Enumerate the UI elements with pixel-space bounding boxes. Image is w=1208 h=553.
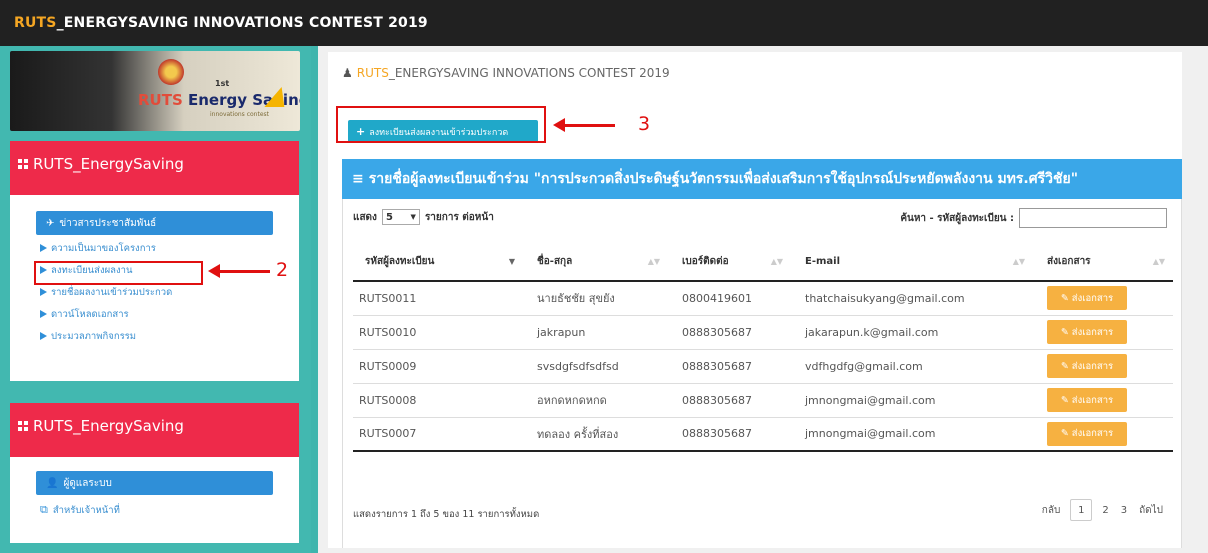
search-control: ค้นหา - รหัสผู้ลงทะเบียน : — [900, 208, 1167, 228]
sidebar-item-admin[interactable]: 👤 ผู้ดูแลระบบ — [36, 471, 273, 495]
column-header-id[interactable]: รหัสผู้ลงทะเบียน ▼ — [353, 243, 523, 282]
cell-name: อหกดหกดหกด — [523, 383, 668, 418]
pagination: กลับ 1 2 3 ถัดไป — [1036, 499, 1169, 521]
cell-name: ทดลอง ครั้งที่สอง — [523, 417, 668, 452]
cell-id: RUTS0011 — [353, 281, 523, 316]
sidebar-item-news[interactable]: ✈ ข่าวสารประชาสัมพันธ์ — [36, 211, 273, 235]
pagination-prev[interactable]: กลับ — [1042, 503, 1061, 518]
sidebar-item-history[interactable]: ความเป็นมาของโครงการ — [40, 237, 299, 259]
sort-icon: ▲▼ — [1012, 257, 1025, 266]
callout-arrow-3 — [553, 118, 615, 132]
cell-name: svsdgfsdfsdfsd — [523, 349, 668, 384]
column-header-email[interactable]: E-mail ▲▼ — [791, 243, 1033, 282]
cell-id: RUTS0008 — [353, 383, 523, 418]
logo-edition: 1st — [215, 79, 230, 88]
cell-phone: 0888305687 — [668, 417, 791, 452]
table-row: RUTS0007 ทดลอง ครั้งที่สอง 0888305687 jm… — [353, 417, 1173, 452]
table-row: RUTS0008 อหกดหกดหกด 0888305687 jmnongmai… — [353, 383, 1173, 418]
send-document-button[interactable]: ✎ ส่งเอกสาร — [1047, 421, 1127, 446]
table-info: แสดงรายการ 1 ถึง 5 ของ 11 รายการทั้งหมด — [353, 509, 540, 520]
panel-title: RUTS_EnergySaving — [10, 141, 299, 187]
sort-icon: ▼ — [508, 257, 515, 266]
cell-email: jakarapun.k@gmail.com — [791, 315, 1033, 350]
play-icon — [40, 244, 47, 252]
pagination-next[interactable]: ถัดไป — [1139, 503, 1163, 518]
table-row: RUTS0010 jakrapun 0888305687 jakarapun.k… — [353, 315, 1173, 350]
sort-icon: ▲▼ — [770, 257, 783, 266]
cell-email: vdfhgdfg@gmail.com — [791, 349, 1033, 384]
page-title: ♟ RUTS_ENERGYSAVING INNOVATIONS CONTEST 2… — [342, 66, 670, 80]
pagination-page-1[interactable]: 1 — [1070, 499, 1093, 521]
cell-email: jmnongmai@gmail.com — [791, 383, 1033, 418]
send-document-button[interactable]: ✎ ส่งเอกสาร — [1047, 388, 1127, 412]
chevron-down-icon: ▼ — [410, 213, 416, 221]
callout-arrow-2 — [208, 264, 270, 278]
cell-id: RUTS0009 — [353, 349, 523, 384]
panel-strip — [10, 449, 299, 457]
play-icon — [40, 288, 47, 296]
cell-id: RUTS0010 — [353, 315, 523, 350]
cell-id: RUTS0007 — [353, 417, 523, 452]
grid-icon — [18, 159, 28, 169]
panel-strip — [10, 187, 299, 195]
cell-phone: 0888305687 — [668, 383, 791, 418]
menu-panel-admin: RUTS_EnergySaving 👤 ผู้ดูแลระบบ ⧉ สำหรับ… — [10, 403, 299, 543]
page-size-select[interactable]: 5 ▼ — [381, 209, 420, 225]
column-header-name[interactable]: ชื่อ-สกุล ▲▼ — [523, 243, 668, 282]
pagination-page-3[interactable]: 3 — [1121, 505, 1127, 516]
sidebar-item-staff[interactable]: ⧉ สำหรับเจ้าหน้าที่ — [40, 499, 299, 521]
sidebar-item-downloads[interactable]: ดาวน์โหลดเอกสาร — [40, 303, 299, 325]
play-icon — [40, 332, 47, 340]
edit-icon: ✎ — [1060, 292, 1069, 304]
column-header-documents[interactable]: ส่งเอกสาร ▲▼ — [1033, 243, 1173, 282]
grid-icon — [18, 421, 28, 431]
cell-email: jmnongmai@gmail.com — [791, 417, 1033, 452]
sidebar-item-gallery[interactable]: ประมวลภาพกิจกรรม — [40, 325, 299, 347]
contest-logo: 1st RUTS Energy Saving innovations conte… — [10, 51, 300, 131]
edit-icon: ✎ — [1060, 326, 1069, 338]
cell-name: jakrapun — [523, 315, 668, 350]
university-emblem-icon — [158, 59, 184, 85]
sidebar: 1st RUTS Energy Saving innovations conte… — [0, 46, 311, 553]
sort-icon: ▲▼ — [647, 257, 660, 266]
search-input[interactable] — [1019, 208, 1167, 228]
app-title: RUTS_ENERGYSAVING INNOVATIONS CONTEST 20… — [14, 15, 428, 31]
top-bar: RUTS_ENERGYSAVING INNOVATIONS CONTEST 20… — [0, 0, 1208, 46]
cell-phone: 0888305687 — [668, 349, 791, 384]
cell-email: thatchaisukyang@gmail.com — [791, 281, 1033, 316]
table-title-bar: ≡ รายชื่อผู้ลงทะเบียนเข้าร่วม "การประกวด… — [342, 159, 1182, 199]
table-row: RUTS0011 นายธัชชัย สุขยัง 0800419601 tha… — [353, 281, 1173, 316]
cell-name: นายธัชชัย สุขยัง — [523, 281, 668, 316]
callout-box-2 — [34, 261, 203, 285]
page-size-control: แสดง 5 ▼ รายการ ต่อหน้า — [353, 209, 494, 225]
cell-phone: 0800419601 — [668, 281, 791, 316]
edit-icon: ✎ — [1060, 360, 1069, 372]
registrants-table: รหัสผู้ลงทะเบียน ▼ ชื่อ-สกุล ▲▼ เบอร์ติดต่… — [353, 243, 1173, 452]
table-card: แสดง 5 ▼ รายการ ต่อหน้า ค้นหา - รหัสผู้ลง… — [342, 199, 1182, 548]
table-row: RUTS0009 svsdgfsdfsdfsd 0888305687 vdfhg… — [353, 349, 1173, 384]
callout-number-2: 2 — [276, 259, 289, 281]
list-icon: ≡ — [352, 171, 364, 187]
callout-box-3 — [336, 106, 546, 143]
sort-icon: ▲▼ — [1152, 257, 1165, 266]
callout-number-3: 3 — [638, 113, 651, 135]
user-icon: ♟ — [342, 66, 353, 80]
send-document-button[interactable]: ✎ ส่งเอกสาร — [1047, 354, 1127, 378]
user-icon: 👤 — [46, 477, 59, 489]
send-document-button[interactable]: ✎ ส่งเอกสาร — [1047, 320, 1127, 344]
cell-phone: 0888305687 — [668, 315, 791, 350]
logo-tagline: innovations contest — [210, 111, 269, 118]
send-document-button[interactable]: ✎ ส่งเอกสาร — [1047, 286, 1127, 311]
edit-icon: ✎ — [1060, 394, 1069, 406]
external-link-icon: ⧉ — [40, 503, 48, 516]
play-icon — [40, 310, 47, 318]
pin-icon: ✈ — [46, 217, 55, 229]
pagination-page-2[interactable]: 2 — [1102, 505, 1108, 516]
panel-title: RUTS_EnergySaving — [10, 403, 299, 449]
edit-icon: ✎ — [1060, 428, 1069, 440]
column-header-phone[interactable]: เบอร์ติดต่อ ▲▼ — [668, 243, 791, 282]
